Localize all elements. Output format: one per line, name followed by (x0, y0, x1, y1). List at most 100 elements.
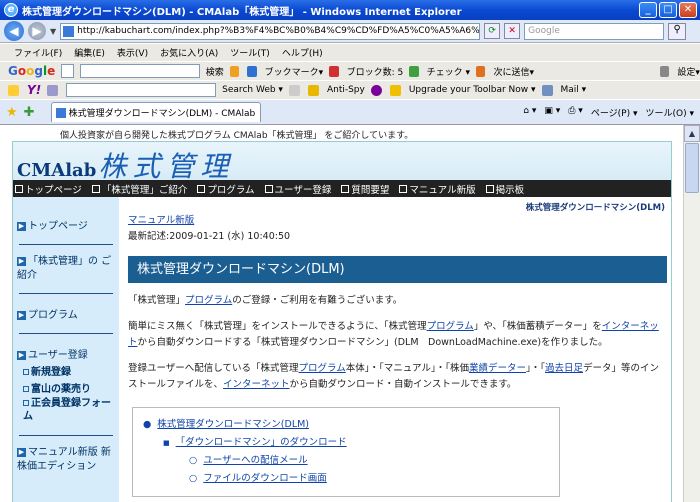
favorites-star-icon[interactable]: ★ (6, 105, 18, 120)
nav-board[interactable]: 掲示板 (485, 182, 524, 196)
pencil-icon[interactable] (47, 84, 59, 96)
paragraph-1: 「株式管理」プログラムのご登録・ご利用を有難うございます。 (128, 295, 403, 306)
history-dropdown-icon[interactable]: ▼ (50, 27, 56, 36)
nav-manual[interactable]: マニュアル新版 (399, 182, 476, 196)
square-bullet-icon: ■ (163, 439, 170, 447)
spellcheck-icon (409, 65, 419, 77)
anti-spy-icon (307, 84, 319, 96)
sidebar-item-manual[interactable]: ▶ マニュアル新版 新株価エディション (13, 446, 119, 474)
nav-box-icon (341, 184, 350, 193)
yahoo-toolbar: Y! Search Web ▾ Anti-Spy Upgrade your To… (0, 80, 700, 99)
nav-questions[interactable]: 質問要望 (341, 182, 389, 196)
send-to-icon (476, 65, 486, 77)
performance-data-link[interactable]: 業績データー (469, 363, 526, 374)
mail-button[interactable]: Mail ▾ (561, 85, 587, 95)
menu-file[interactable]: ファイル(F) (14, 46, 62, 59)
news-icon[interactable] (229, 65, 240, 77)
vertical-scrollbar[interactable]: ▲ (683, 125, 700, 502)
mail-icon (541, 84, 553, 96)
popup-blocked-count[interactable]: ブロック数: 5 (347, 65, 404, 78)
yahoo-circle-icon[interactable] (370, 84, 382, 96)
menu-tools[interactable]: ツール(T) (230, 46, 270, 59)
toc-link-dlm[interactable]: 株式管理ダウンロードマシン(DLM) (157, 419, 309, 430)
menu-view[interactable]: 表示(V) (117, 46, 148, 59)
menu-edit[interactable]: 編集(E) (74, 46, 105, 59)
add-favorites-icon[interactable]: ✚ (24, 105, 35, 120)
yahoo-search-input[interactable] (66, 83, 217, 97)
search-input[interactable]: Google (524, 22, 665, 40)
sidebar-sub-new[interactable]: 新規登録 (13, 363, 119, 378)
site-container: CMAlab 株式管理 トップページ 「株式管理」ご紹介 プログラム ユーザー登… (12, 141, 672, 502)
circle-bullet-icon: ○ (189, 455, 198, 466)
sidebar: ▶ トップページ ▶ 「株式管理」の ご紹介 ▶ プログラム ▶ ユーザー登録 新規登録… (13, 197, 119, 502)
menu-help[interactable]: ヘルプ(H) (282, 46, 323, 59)
page-menu[interactable]: ページ(P) ▾ (591, 106, 638, 119)
home-icon[interactable]: ⌂ ▾ (523, 106, 536, 119)
back-button[interactable]: ◀ (4, 21, 24, 41)
sidebar-item-register[interactable]: ▶ ユーザー登録 (13, 346, 119, 361)
stop-button[interactable]: ✕ (504, 23, 521, 39)
minimize-button[interactable]: _ (639, 2, 657, 18)
sidebar-item-intro[interactable]: ▶ 「株式管理」の ご紹介 (13, 255, 119, 283)
google-toolbar-input[interactable] (79, 64, 200, 78)
url-input[interactable]: http://kabuchart.com/index.php?%B3%F4%BC… (60, 22, 481, 40)
nav-box-icon (485, 184, 494, 193)
settings-button[interactable]: 設定▾ (677, 65, 700, 78)
scroll-up-icon[interactable]: ▲ (684, 125, 700, 142)
bookmarks-button[interactable]: ブックマーク▾ (265, 65, 324, 78)
program-link[interactable]: プログラム (427, 321, 474, 332)
program-link[interactable]: プログラム (299, 363, 346, 374)
main-content: マニュアル新版 最新記述:2009-01-21 (水) 10:40:50 株式管… (128, 212, 668, 497)
site-intro: 個人投資家が自ら開発した株式プログラム CMAlab「株式管理」 をご紹介してい… (60, 131, 414, 141)
upgrade-toolbar-button[interactable]: Upgrade your Toolbar Now ▾ (409, 85, 536, 95)
google-search-button[interactable]: 検索 (206, 65, 224, 78)
nav-box-icon (399, 184, 408, 193)
tab-active[interactable]: 株式管理ダウンロードマシン(DLM) - CMAlab「株式管... (50, 102, 261, 122)
address-bar: ◀ ▶ ▼ http://kabuchart.com/index.php?%B3… (0, 20, 700, 43)
nav-box-icon (91, 184, 100, 193)
highlighter-icon[interactable] (288, 84, 300, 96)
sidebar-item-top[interactable]: ▶ トップページ (13, 217, 119, 232)
anti-spy-button[interactable]: Anti-Spy (327, 85, 365, 95)
search-web-button[interactable]: Search Web ▾ (222, 85, 283, 95)
arrow-icon: ▶ (17, 447, 26, 457)
paragraph-3: 登録ユーザーへ配信している「株式管理プログラム本体」・「マニュアル」・「株価業績… (128, 363, 660, 390)
arrow-icon: ▶ (17, 221, 26, 231)
logo-latin: CMAlab (17, 160, 97, 181)
print-icon[interactable]: ⎙ ▾ (568, 106, 583, 119)
send-to-button[interactable]: 次に送信▾ (493, 65, 534, 78)
square-icon (23, 369, 29, 375)
page-icon (63, 25, 75, 37)
check-button[interactable]: チェック ▾ (427, 65, 470, 78)
toc-link-screen[interactable]: ファイルのダウンロード画面 (203, 473, 327, 484)
tab-row: ★ ✚ 株式管理ダウンロードマシン(DLM) - CMAlab「株式管... ⌂… (0, 100, 700, 125)
toc-link-mail[interactable]: ユーザーへの配信メール (203, 455, 307, 466)
url-text: http://kabuchart.com/index.php?%B3%F4%BC… (77, 26, 480, 36)
scroll-thumb[interactable] (685, 143, 699, 193)
nav-register[interactable]: ユーザー登録 (264, 182, 331, 196)
forward-button[interactable]: ▶ (28, 22, 46, 40)
past-daily-link[interactable]: 過去日足 (545, 363, 583, 374)
internet-link[interactable]: インターネット (223, 379, 290, 390)
sidebar-sub-toyama[interactable]: 富山の薬売り (13, 380, 119, 395)
tools-menu[interactable]: ツール(O) ▾ (646, 106, 695, 119)
close-button[interactable]: ✕ (679, 2, 697, 18)
feeds-icon[interactable]: ▣ ▾ (544, 106, 560, 119)
google-logo: Google (8, 64, 56, 78)
maximize-button[interactable]: □ (659, 2, 677, 18)
search-go-icon[interactable]: ⚲ (668, 22, 687, 40)
yahoo-logo[interactable]: Y! (27, 83, 41, 97)
refresh-button[interactable]: ⟳ (484, 23, 501, 39)
window-title: 株式管理ダウンロードマシン(DLM) - CMAlab「株式管理」 - Wind… (22, 6, 462, 18)
square-icon (23, 386, 29, 392)
sidebar-sub-member[interactable]: 正会員登録フォーム (13, 397, 119, 423)
page-title: 株式管理ダウンロードマシン(DLM) (128, 256, 667, 283)
category-link[interactable]: マニュアル新版 (128, 215, 194, 226)
google-g-dropdown[interactable] (61, 64, 74, 78)
toc-link-download[interactable]: 「ダウンロードマシン」のダウンロード (176, 437, 347, 448)
yahoo-home-icon[interactable] (8, 84, 19, 96)
site-logo[interactable]: CMAlab 株式管理 (17, 145, 234, 185)
sidebar-item-program[interactable]: ▶ プログラム (13, 306, 119, 321)
menu-favorites[interactable]: お気に入り(A) (160, 46, 218, 59)
program-link[interactable]: プログラム (185, 295, 232, 306)
